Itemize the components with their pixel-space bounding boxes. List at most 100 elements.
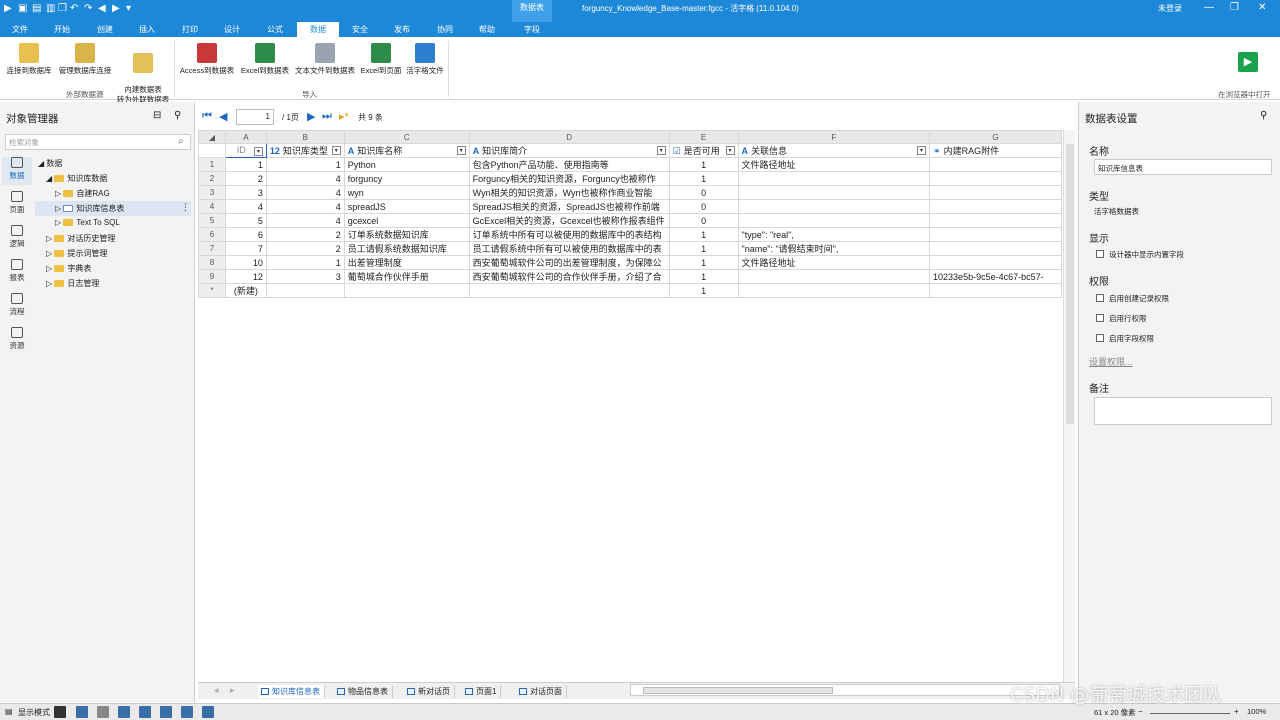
cell-desc[interactable]: 西安葡萄城软件公司的出差管理制度，为保障公 xyxy=(468,255,670,271)
page-icon[interactable] xyxy=(202,706,214,718)
table-row[interactable]: 9 12 3 葡萄城合作伙伴手册 西安葡萄城软件公司的合作伙伴手册，介绍了合 1 10233… xyxy=(198,269,1062,285)
cell-type[interactable]: 1 xyxy=(265,157,345,173)
cell-id[interactable]: 5 xyxy=(224,213,267,229)
col-letter[interactable]: D xyxy=(468,129,670,145)
cell-related[interactable] xyxy=(737,213,931,229)
search-input[interactable]: 检索对象 xyxy=(5,134,191,150)
chart-icon[interactable] xyxy=(118,706,130,718)
restore-icon[interactable]: ❐ xyxy=(1230,2,1239,13)
col-letter[interactable]: A xyxy=(224,129,267,145)
cell-attachment[interactable] xyxy=(929,241,1062,257)
tab-file[interactable]: 文件 xyxy=(4,22,36,37)
undo-icon[interactable]: ↶ xyxy=(70,3,78,14)
login-status[interactable]: 未登录 xyxy=(1158,3,1182,14)
field-header-type[interactable]: 12 知识库类型 ▾ xyxy=(265,143,345,159)
cell-name[interactable] xyxy=(343,283,470,299)
cell-enabled[interactable]: 1 xyxy=(668,283,739,299)
sheet-tab[interactable]: 对话页面 xyxy=(516,685,567,698)
terminal-icon[interactable] xyxy=(54,706,66,718)
cell-id[interactable]: 7 xyxy=(224,241,267,257)
cell-desc[interactable]: 员工请假系统中所有可以被使用的数据库中的表 xyxy=(468,241,670,257)
cell-related[interactable] xyxy=(737,185,931,201)
hzg-import-button[interactable]: 活字格文件 xyxy=(404,43,446,76)
redo-icon[interactable]: ↷ xyxy=(84,3,92,14)
forward-icon[interactable]: ▶ xyxy=(112,3,120,14)
cell-attachment[interactable] xyxy=(929,283,1062,299)
cell-related[interactable] xyxy=(737,269,931,285)
cell-id[interactable]: 10 xyxy=(224,255,267,271)
collapse-icon[interactable]: ⊟ xyxy=(153,110,161,121)
tab-home[interactable]: 开始 xyxy=(46,22,78,37)
nav-report[interactable]: 报表 xyxy=(2,259,32,283)
field-header-attachment[interactable]: ⚭ 内建RAG附件 xyxy=(929,143,1062,159)
pin-icon[interactable]: ⚲ xyxy=(1260,110,1267,121)
col-letter[interactable]: E xyxy=(668,129,739,145)
tab-security[interactable]: 安全 xyxy=(344,22,376,37)
field-header-id[interactable]: ID ▾ xyxy=(224,143,267,159)
cell-id[interactable]: 12 xyxy=(224,269,267,285)
cell-enabled[interactable]: 1 xyxy=(668,171,739,187)
convert-table-button[interactable]: 内建数据表 转为外联数据表 xyxy=(114,43,172,105)
tab-design[interactable]: 设计 xyxy=(216,22,248,37)
tab-publish[interactable]: 发布 xyxy=(386,22,418,37)
app-icon[interactable]: ▶ xyxy=(4,3,12,14)
table-row[interactable]: 7 7 2 员工请假系统数据知识库 员工请假系统中所有可以被使用的数据库中的表 1 "na… xyxy=(198,241,1062,257)
connect-db-button[interactable]: 连接到数据库 xyxy=(4,43,54,76)
tree-item-kb-table[interactable]: ▷ 知识库信息表 xyxy=(55,203,124,214)
dropdown-icon[interactable]: ▾ xyxy=(456,146,466,156)
table-row[interactable]: 8 10 1 出差管理制度 西安葡萄城软件公司的出差管理制度，为保障公 1 文件路径地址 xyxy=(198,255,1062,271)
text-import-button[interactable]: 文本文件到数据表 xyxy=(292,43,358,76)
cell-enabled[interactable]: 1 xyxy=(668,241,739,257)
cell-attachment[interactable] xyxy=(929,199,1062,215)
sheet-tab[interactable]: 新对话页 xyxy=(404,685,455,698)
show-builtin-fields-checkbox[interactable]: 设计器中显示内置字段 xyxy=(1096,249,1184,260)
cell-enabled[interactable]: 1 xyxy=(668,255,739,271)
cell-name[interactable]: gcexcel xyxy=(343,213,470,229)
cell-id[interactable]: 2 xyxy=(224,171,267,187)
tree-item-t2s[interactable]: ▷ Text To SQL xyxy=(55,218,120,227)
cell-enabled[interactable]: 0 xyxy=(668,185,739,201)
dropdown-icon[interactable]: ▾ xyxy=(725,146,735,156)
nav-page[interactable]: 页面 xyxy=(2,191,32,215)
field-permission-checkbox[interactable]: 启用字段权限 xyxy=(1096,333,1154,344)
formula-icon[interactable] xyxy=(97,706,109,718)
nav-resource[interactable]: 资源 xyxy=(2,327,32,351)
cell-desc[interactable]: 西安葡萄城软件公司的合作伙伴手册，介绍了合 xyxy=(468,269,670,285)
page-input[interactable]: 1 xyxy=(236,109,274,125)
minimize-icon[interactable]: — xyxy=(1204,2,1214,13)
cell-type[interactable]: 4 xyxy=(265,185,345,201)
new-record-icon[interactable]: ▸* xyxy=(339,110,349,123)
cell-type[interactable] xyxy=(265,283,345,299)
cell-related[interactable] xyxy=(737,171,931,187)
customize-icon[interactable]: ▾ xyxy=(126,3,131,14)
tree-item-dict[interactable]: ▷ 字典表 xyxy=(46,263,91,274)
excel-page-button[interactable]: Excel到页面 xyxy=(358,43,404,76)
tab-field[interactable]: 字段 xyxy=(514,22,550,37)
cell-attachment[interactable] xyxy=(929,157,1062,173)
more-icon[interactable]: ⋮ xyxy=(181,202,190,213)
cell-related[interactable]: "name": "请假结束时间", xyxy=(737,241,931,257)
table-row[interactable]: 4 4 4 spreadJS SpreadJS相关的资源，SpreadJS也被称作前端 0 xyxy=(198,199,1062,215)
scroll-thumb[interactable] xyxy=(643,687,833,694)
field-header-desc[interactable]: A 知识库简介 ▾ xyxy=(468,143,670,159)
nav-data[interactable]: 数据 xyxy=(2,157,32,185)
cell-id[interactable]: 4 xyxy=(224,199,267,215)
cell-id[interactable]: 3 xyxy=(224,185,267,201)
tab-insert[interactable]: 插入 xyxy=(131,22,163,37)
tree-item-history[interactable]: ▷ 对话历史管理 xyxy=(46,233,115,244)
search-icon[interactable]: ⌕ xyxy=(178,136,184,147)
col-letter[interactable]: C xyxy=(343,129,470,145)
copy-icon[interactable]: ❐ xyxy=(58,3,67,14)
cell-desc[interactable]: Wyn相关的知识资源，Wyn也被称作商业智能 xyxy=(468,185,670,201)
tab-collab[interactable]: 协同 xyxy=(429,22,461,37)
tab-create[interactable]: 创建 xyxy=(89,22,121,37)
tree-item-prompt[interactable]: ▷ 提示词管理 xyxy=(46,248,107,259)
row-permission-checkbox[interactable]: 启用行权限 xyxy=(1096,313,1147,324)
new-icon[interactable]: ▤ xyxy=(32,3,41,14)
cell-enabled[interactable]: 0 xyxy=(668,213,739,229)
tab-scroll-right-icon[interactable]: ▸ xyxy=(230,685,235,696)
cell-desc[interactable]: GcExcel相关的资源，Gcexcel也被称作报表组件 xyxy=(468,213,670,229)
tree-item-data[interactable]: ◢ 数据 xyxy=(38,158,62,169)
cell-related[interactable] xyxy=(737,199,931,215)
pin-icon[interactable]: ⚲ xyxy=(174,110,181,121)
